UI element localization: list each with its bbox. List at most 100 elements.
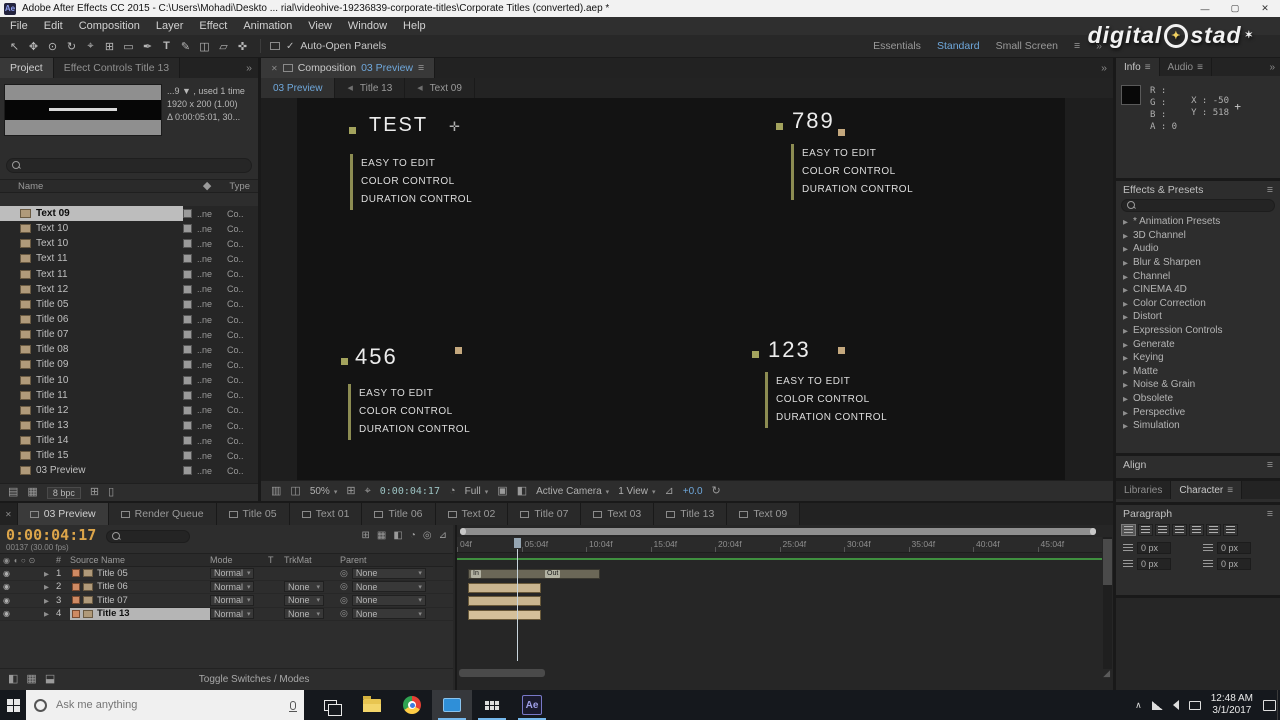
mode-dropdown[interactable]: Normal — [210, 608, 254, 620]
menu-item[interactable]: Composition — [71, 20, 148, 32]
justify-last-center-button[interactable] — [1189, 524, 1204, 536]
panel-menu-icon[interactable] — [1267, 508, 1273, 520]
project-item-row[interactable]: Text 11 ..ne Co.. — [0, 251, 258, 266]
label-color-chip[interactable] — [183, 466, 192, 476]
label-color-chip[interactable] — [183, 239, 192, 249]
resolution-dropdown[interactable]: Full — [465, 486, 489, 497]
justify-all-button[interactable] — [1223, 524, 1238, 536]
expand-arrow-icon[interactable] — [1123, 216, 1128, 227]
project-column-headers[interactable]: Name ◆ Type — [0, 179, 258, 193]
workspace-button[interactable]: Essentials — [873, 40, 921, 52]
timeline-tab[interactable]: Text 02 — [435, 503, 509, 525]
volume-icon[interactable] — [1172, 700, 1179, 710]
project-item-row[interactable]: 03 Preview ..ne Co.. — [0, 463, 258, 478]
project-item-row[interactable]: Title 11 ..ne Co.. — [0, 388, 258, 403]
close-panel-icon[interactable] — [271, 62, 278, 74]
chrome-button[interactable] — [392, 690, 432, 720]
effects-category[interactable]: Generate — [1116, 337, 1280, 351]
action-center-icon[interactable] — [1263, 699, 1276, 711]
timeline-tab[interactable]: Title 07 — [508, 503, 582, 525]
timeline-search-field[interactable] — [106, 530, 191, 543]
label-color-chip[interactable] — [183, 436, 192, 446]
project-item-row[interactable]: Text 12 ..ne Co.. — [0, 282, 258, 297]
tab-effect-controls[interactable]: Effect Controls Title 13 — [53, 58, 181, 78]
layer-bar[interactable] — [468, 596, 541, 606]
project-item-row[interactable]: Text 09 ..ne Co.. — [0, 206, 258, 222]
reset-exposure-icon[interactable] — [712, 486, 721, 497]
snapshot-icon[interactable] — [271, 486, 281, 497]
layer-row[interactable]: 2 Title 06 Normal None None — [0, 580, 453, 594]
frame-blending-icon[interactable]: ◔ — [410, 531, 416, 541]
eye-icon[interactable] — [3, 581, 10, 592]
menu-item[interactable]: Help — [395, 20, 434, 32]
tab-composition[interactable]: Composition 03 Preview — [261, 58, 436, 78]
panel-menu-icon[interactable] — [1227, 485, 1233, 496]
column-parent[interactable]: Parent — [340, 554, 453, 566]
expand-arrow-icon[interactable] — [1123, 257, 1128, 268]
in-point-marker[interactable]: In — [471, 570, 481, 578]
composition-mini-flowchart-icon[interactable]: ⊞ — [362, 531, 370, 541]
expand-arrow-icon[interactable] — [1123, 339, 1128, 350]
transparency-grid-icon[interactable] — [517, 486, 527, 497]
layer-row[interactable]: 1 Title 05 Normal None — [0, 567, 453, 581]
label-color-chip[interactable] — [183, 284, 192, 294]
paragraph-value-field[interactable]: 0 px — [1137, 542, 1171, 554]
label-color-chip[interactable] — [183, 390, 192, 400]
expand-arrow-icon[interactable] — [1123, 243, 1128, 254]
menu-item[interactable]: Edit — [36, 20, 71, 32]
label-color-chip[interactable] — [183, 330, 192, 340]
project-item-row[interactable]: Title 09 ..ne Co.. — [0, 357, 258, 372]
timeline-tab[interactable]: Title 13 — [654, 503, 728, 525]
pan-behind-tool-icon[interactable] — [101, 38, 118, 55]
effects-category[interactable]: Blur & Sharpen — [1116, 256, 1280, 270]
effects-category[interactable]: 3D Channel — [1116, 229, 1280, 243]
label-color-chip[interactable] — [183, 269, 192, 279]
interpret-footage-icon[interactable]: ▤ — [8, 487, 18, 498]
layer-bar[interactable] — [468, 582, 541, 593]
auto-open-label[interactable]: Auto-Open Panels — [300, 40, 386, 52]
expand-arrow-icon[interactable] — [1123, 284, 1128, 295]
trkmat-dropdown[interactable]: None — [284, 608, 324, 620]
align-right-button[interactable] — [1155, 524, 1170, 536]
paragraph-value-field[interactable]: 0 px — [1137, 558, 1171, 570]
pickwhip-icon[interactable] — [340, 568, 348, 579]
expand-arrow-icon[interactable] — [1123, 407, 1128, 418]
composition-viewer[interactable]: TEST EASY TO EDIT COLOR CONTROL DURATION… — [261, 98, 1113, 480]
project-item-row[interactable]: Title 14 ..ne Co.. — [0, 433, 258, 448]
label-color-chip[interactable] — [183, 224, 192, 234]
viewer-tab[interactable]: Text 09 — [405, 78, 475, 98]
layer-row[interactable]: 4 Title 13 Normal None None — [0, 607, 453, 621]
expand-arrow-icon[interactable] — [1123, 325, 1128, 336]
effects-category[interactable]: Keying — [1116, 351, 1280, 365]
menu-item[interactable]: Window — [340, 20, 395, 32]
expand-arrow-icon[interactable] — [1123, 311, 1128, 322]
horizontal-scrollbar[interactable] — [459, 669, 545, 677]
label-color-chip[interactable] — [183, 254, 192, 264]
panel-overflow-icon[interactable] — [1095, 58, 1113, 78]
grid-app-button[interactable] — [472, 690, 512, 720]
expand-arrow-icon[interactable] — [44, 568, 49, 579]
project-item-row[interactable]: Text 10 ..ne Co.. — [0, 221, 258, 236]
expand-arrow-icon[interactable] — [1123, 366, 1128, 377]
project-item-row[interactable]: Title 12 ..ne Co.. — [0, 403, 258, 418]
panel-menu-icon[interactable] — [1267, 459, 1273, 471]
effects-category[interactable]: Color Correction — [1116, 297, 1280, 311]
label-color-chip[interactable] — [72, 582, 80, 591]
project-item-row[interactable]: Title 06 ..ne Co.. — [0, 312, 258, 327]
menu-item[interactable]: View — [300, 20, 340, 32]
workspace-button[interactable]: Small Screen — [996, 40, 1058, 52]
column-name[interactable]: Name — [18, 181, 43, 192]
mode-dropdown[interactable]: Normal — [210, 581, 254, 593]
layer-row[interactable]: 3 Title 07 Normal None None — [0, 594, 453, 608]
viewer-tab[interactable]: 03 Preview — [261, 78, 336, 98]
eye-icon[interactable] — [3, 595, 10, 606]
menu-item[interactable]: File — [2, 20, 36, 32]
start-button[interactable] — [0, 690, 26, 720]
pixel-aspect-icon[interactable] — [665, 486, 674, 497]
maximize-button[interactable] — [1220, 0, 1250, 17]
time-navigator[interactable] — [460, 528, 1096, 535]
expand-arrow-icon[interactable] — [1123, 420, 1128, 431]
mask-visibility-icon[interactable] — [365, 486, 371, 497]
timeline-tab[interactable]: Text 01 — [289, 503, 363, 525]
layer-bar[interactable] — [468, 609, 541, 620]
